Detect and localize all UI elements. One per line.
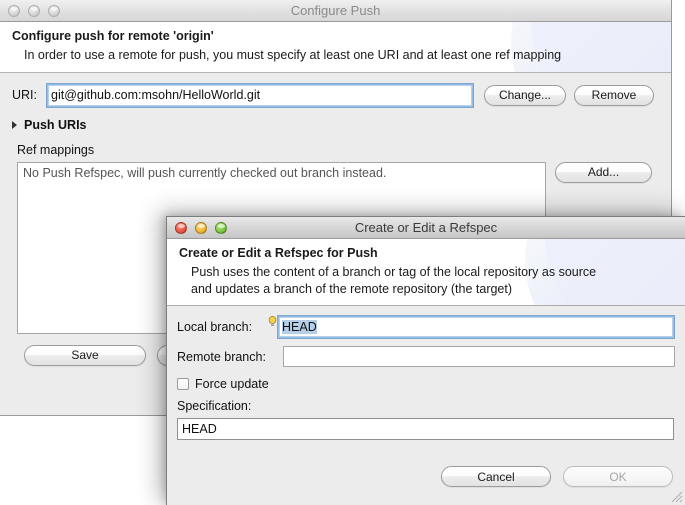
- remote-branch-input[interactable]: [283, 346, 675, 368]
- dialog-title: Create or Edit a Refspec: [354, 220, 498, 235]
- outer-banner-description: In order to use a remote for push, you m…: [24, 48, 562, 62]
- specification-section: Specification: HEAD: [177, 399, 675, 441]
- local-branch-row: Local branch: HEAD: [177, 315, 675, 340]
- minimize-icon[interactable]: [195, 221, 207, 234]
- local-branch-input[interactable]: HEAD: [277, 315, 675, 340]
- uri-label: URI:: [12, 88, 37, 103]
- close-icon[interactable]: [175, 221, 187, 234]
- remove-uri-button[interactable]: Remove: [574, 84, 654, 106]
- specification-input[interactable]: HEAD: [177, 418, 674, 441]
- push-uris-disclosure[interactable]: Push URIs: [12, 118, 659, 132]
- outer-banner: Configure push for remote 'origin' In or…: [0, 22, 671, 73]
- ref-mappings-empty-text: No Push Refspec, will push currently che…: [23, 165, 387, 180]
- cancel-button[interactable]: Cancel: [441, 466, 551, 487]
- create-edit-refspec-dialog: Create or Edit a Refspec Create or Edit …: [166, 216, 685, 505]
- change-uri-button[interactable]: Change...: [484, 84, 566, 106]
- dialog-window-controls: [175, 221, 227, 234]
- chevron-right-icon[interactable]: [12, 120, 17, 129]
- add-refspec-button[interactable]: Add...: [555, 161, 652, 183]
- outer-window-title: Configure Push: [290, 3, 381, 18]
- dialog-banner-title: Create or Edit a Refspec for Push: [179, 246, 378, 260]
- remote-branch-row: Remote branch:: [177, 346, 675, 368]
- outer-window-controls: [8, 4, 60, 17]
- outer-titlebar[interactable]: Configure Push: [0, 0, 671, 22]
- remote-branch-label: Remote branch:: [177, 349, 266, 364]
- save-button[interactable]: Save: [24, 344, 146, 366]
- zoom-icon[interactable]: [215, 221, 227, 234]
- close-icon[interactable]: [8, 4, 20, 17]
- ok-button[interactable]: OK: [563, 466, 673, 487]
- dialog-titlebar[interactable]: Create or Edit a Refspec: [167, 217, 685, 239]
- dialog-footer: Cancel OK: [441, 466, 673, 487]
- local-branch-label: Local branch:: [177, 320, 253, 335]
- force-update-checkbox[interactable]: [177, 378, 189, 391]
- dialog-banner-description: Push uses the content of a branch or tag…: [191, 265, 597, 296]
- uri-input[interactable]: git@github.com:msohn/HelloWorld.git: [46, 82, 474, 108]
- force-update-label: Force update: [195, 377, 269, 392]
- uri-row: URI: git@github.com:msohn/HelloWorld.git…: [12, 82, 659, 108]
- minimize-icon[interactable]: [28, 4, 40, 17]
- zoom-icon[interactable]: [48, 4, 60, 17]
- force-update-row[interactable]: Force update: [177, 377, 675, 391]
- specification-label: Specification:: [177, 399, 252, 414]
- content-assist-lightbulb-icon: [268, 316, 277, 327]
- dialog-banner: Create or Edit a Refspec for Push Push u…: [167, 239, 685, 307]
- ref-mappings-label: Ref mappings: [17, 142, 95, 157]
- push-uris-label: Push URIs: [24, 117, 87, 132]
- resize-grip-icon[interactable]: [670, 490, 683, 503]
- dialog-body: Local branch: HEAD Remote branch: Force …: [167, 306, 685, 505]
- outer-banner-title: Configure push for remote 'origin': [12, 29, 214, 43]
- local-branch-value: HEAD: [282, 320, 317, 335]
